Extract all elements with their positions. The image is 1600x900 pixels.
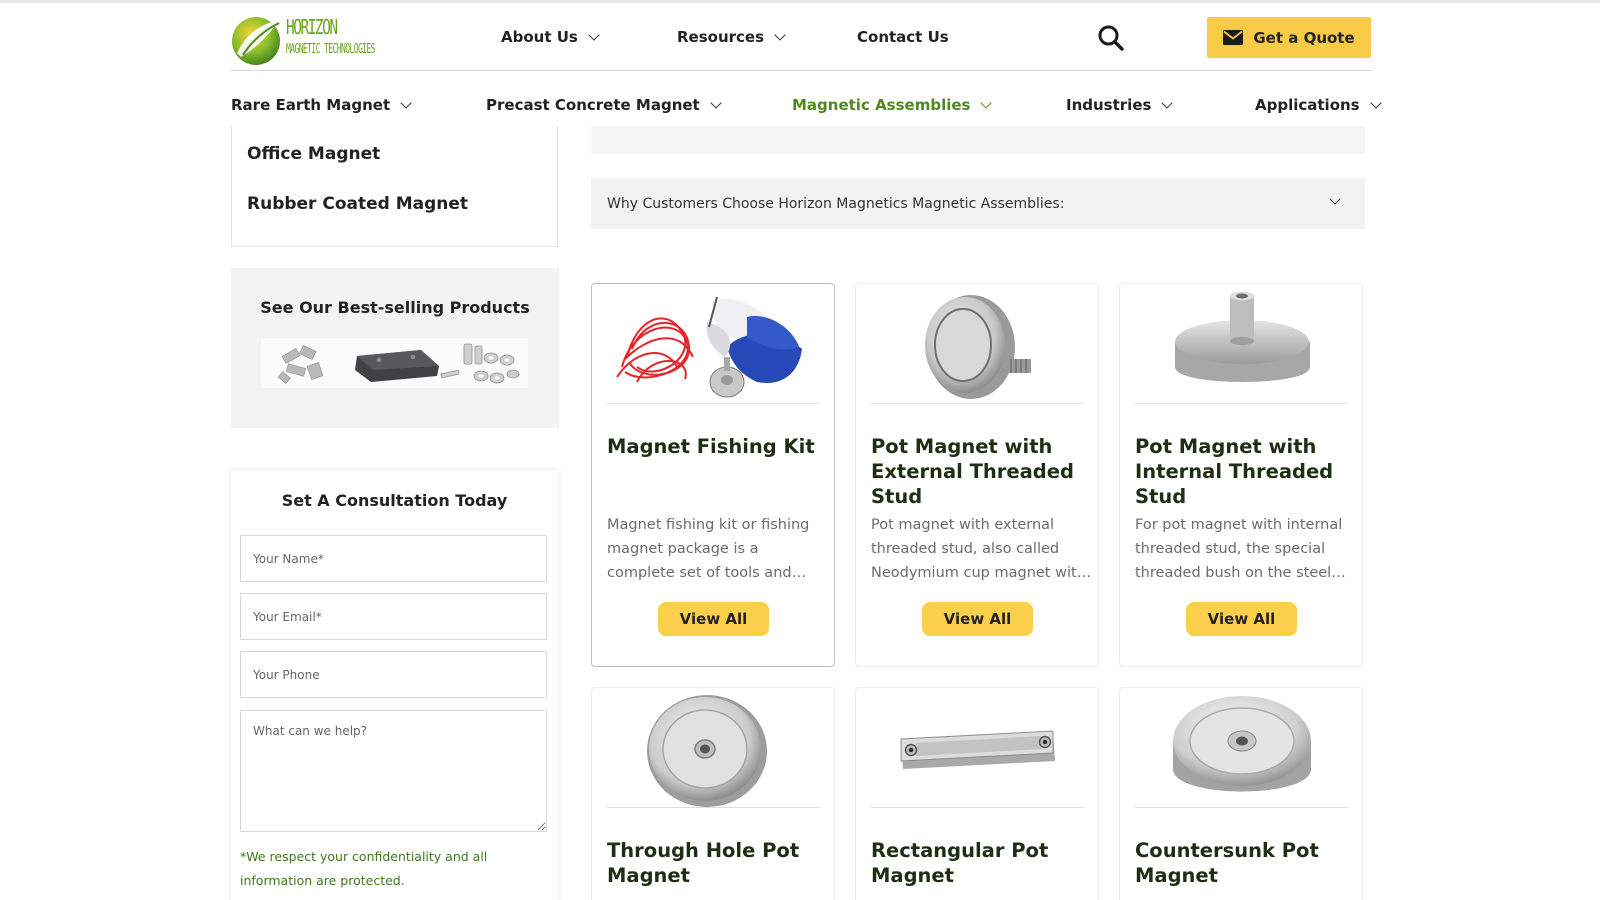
- card-divider: [1135, 807, 1348, 808]
- leaf-globe-logo-icon: [232, 17, 281, 65]
- site-header: HORIZON MAGNETIC TECHNOLOGIES About Us R…: [231, 3, 1372, 71]
- message-field[interactable]: [240, 710, 547, 832]
- chevron-down-icon: [1329, 193, 1341, 205]
- product-title[interactable]: Through Hole Pot Magnet: [607, 838, 823, 888]
- chevron-down-icon: [710, 96, 722, 109]
- consultation-title: Set A Consultation Today: [281, 491, 508, 510]
- nav-precast-concrete-magnet[interactable]: Precast Concrete Magnet: [486, 90, 722, 120]
- collapsed-section-bottom: [591, 126, 1365, 154]
- nav-rare-earth-magnet-label: Rare Earth Magnet: [231, 96, 391, 114]
- nav-applications-label: Applications: [1255, 96, 1360, 114]
- chevron-down-icon: [1369, 96, 1382, 109]
- product-title[interactable]: Pot Magnet with Internal Threaded Stud: [1135, 434, 1351, 509]
- nav-contact-us-label: Contact Us: [857, 28, 949, 46]
- chevron-down-icon: [400, 96, 412, 109]
- internal-threaded-stud-pot-magnet-image[interactable]: [1135, 287, 1348, 403]
- search-icon[interactable]: [1097, 24, 1125, 52]
- nav-applications[interactable]: Applications: [1255, 90, 1382, 120]
- external-threaded-stud-pot-magnet-image[interactable]: [871, 287, 1084, 403]
- product-card-magnet-fishing-kit: Magnet Fishing Kit Magnet fishing kit or…: [591, 283, 835, 667]
- card-divider: [871, 403, 1084, 404]
- category-list: Office Magnet Rubber Coated Magnet: [231, 126, 558, 247]
- accordion-label: Why Customers Choose Horizon Magnetics M…: [607, 195, 1065, 212]
- category-office-magnet[interactable]: Office Magnet: [247, 144, 380, 164]
- product-title[interactable]: Countersunk Pot Magnet: [1135, 838, 1351, 888]
- get-a-quote-button[interactable]: Get a Quote: [1207, 17, 1371, 58]
- rectangular-pot-magnet-image[interactable]: [871, 691, 1084, 807]
- view-all-button[interactable]: View All: [658, 602, 769, 636]
- product-description: For pot magnet with internal threaded st…: [1135, 517, 1343, 581]
- nav-contact-us[interactable]: Contact Us: [857, 3, 949, 71]
- product-description: Pot magnet with external threaded stud, …: [871, 517, 1086, 581]
- product-card-external-threaded-stud: Pot Magnet with External Threaded Stud P…: [855, 283, 1099, 667]
- nav-magnetic-assemblies[interactable]: Magnetic Assemblies: [792, 90, 993, 120]
- nav-precast-concrete-magnet-label: Precast Concrete Magnet: [486, 96, 700, 114]
- through-hole-pot-magnet-image[interactable]: [607, 691, 820, 807]
- product-title[interactable]: Pot Magnet with External Threaded Stud: [871, 434, 1087, 509]
- get-a-quote-label: Get a Quote: [1253, 28, 1355, 47]
- name-field[interactable]: [240, 535, 547, 582]
- nav-industries-label: Industries: [1066, 96, 1152, 114]
- product-title[interactable]: Rectangular Pot Magnet: [871, 838, 1087, 888]
- nav-about-us-label: About Us: [501, 28, 578, 46]
- category-rubber-coated-magnet[interactable]: Rubber Coated Magnet: [247, 194, 468, 214]
- chevron-down-icon: [774, 28, 786, 41]
- site-logo[interactable]: HORIZON MAGNETIC TECHNOLOGIES: [231, 9, 381, 67]
- product-card-internal-threaded-stud: Pot Magnet with Internal Threaded Stud F…: [1119, 283, 1363, 667]
- best-selling-title: See Our Best-selling Products: [260, 298, 530, 317]
- why-customers-accordion[interactable]: Why Customers Choose Horizon Magnetics M…: [591, 178, 1365, 229]
- card-divider: [1135, 403, 1348, 404]
- view-all-button[interactable]: View All: [1186, 602, 1297, 636]
- product-description: Magnet fishing kit or fishing magnet pac…: [607, 517, 810, 581]
- nav-magnetic-assemblies-label: Magnetic Assemblies: [792, 96, 971, 114]
- view-all-button[interactable]: View All: [922, 602, 1033, 636]
- nav-industries[interactable]: Industries: [1066, 90, 1174, 120]
- chevron-down-icon: [588, 28, 600, 41]
- envelope-icon: [1223, 30, 1244, 45]
- product-card-through-hole: Through Hole Pot Magnet: [591, 687, 835, 900]
- magnet-fishing-kit-image[interactable]: [607, 287, 820, 403]
- email-field[interactable]: [240, 593, 547, 640]
- card-divider: [607, 403, 820, 404]
- nav-rare-earth-magnet[interactable]: Rare Earth Magnet: [231, 90, 412, 120]
- nav-resources[interactable]: Resources: [677, 3, 786, 71]
- logo-name: HORIZON: [286, 15, 338, 39]
- privacy-note: *We respect your confidentiality and all…: [240, 849, 488, 888]
- chevron-down-icon: [980, 96, 993, 109]
- logo-subtitle: MAGNETIC TECHNOLOGIES: [286, 42, 376, 57]
- product-card-countersunk: Countersunk Pot Magnet: [1119, 687, 1363, 900]
- nav-about-us[interactable]: About Us: [501, 3, 600, 71]
- best-selling-products: See Our Best-selling Products: [231, 268, 559, 428]
- phone-field[interactable]: [240, 651, 547, 698]
- countersunk-pot-magnet-image[interactable]: [1135, 691, 1348, 807]
- chevron-down-icon: [1161, 96, 1174, 109]
- best-selling-products-image[interactable]: [261, 338, 528, 388]
- product-card-rectangular: Rectangular Pot Magnet: [855, 687, 1099, 900]
- card-divider: [871, 807, 1084, 808]
- card-divider: [607, 807, 820, 808]
- product-title[interactable]: Magnet Fishing Kit: [607, 434, 823, 459]
- consultation-form: Set A Consultation Today *We respect you…: [231, 470, 558, 900]
- nav-resources-label: Resources: [677, 28, 765, 46]
